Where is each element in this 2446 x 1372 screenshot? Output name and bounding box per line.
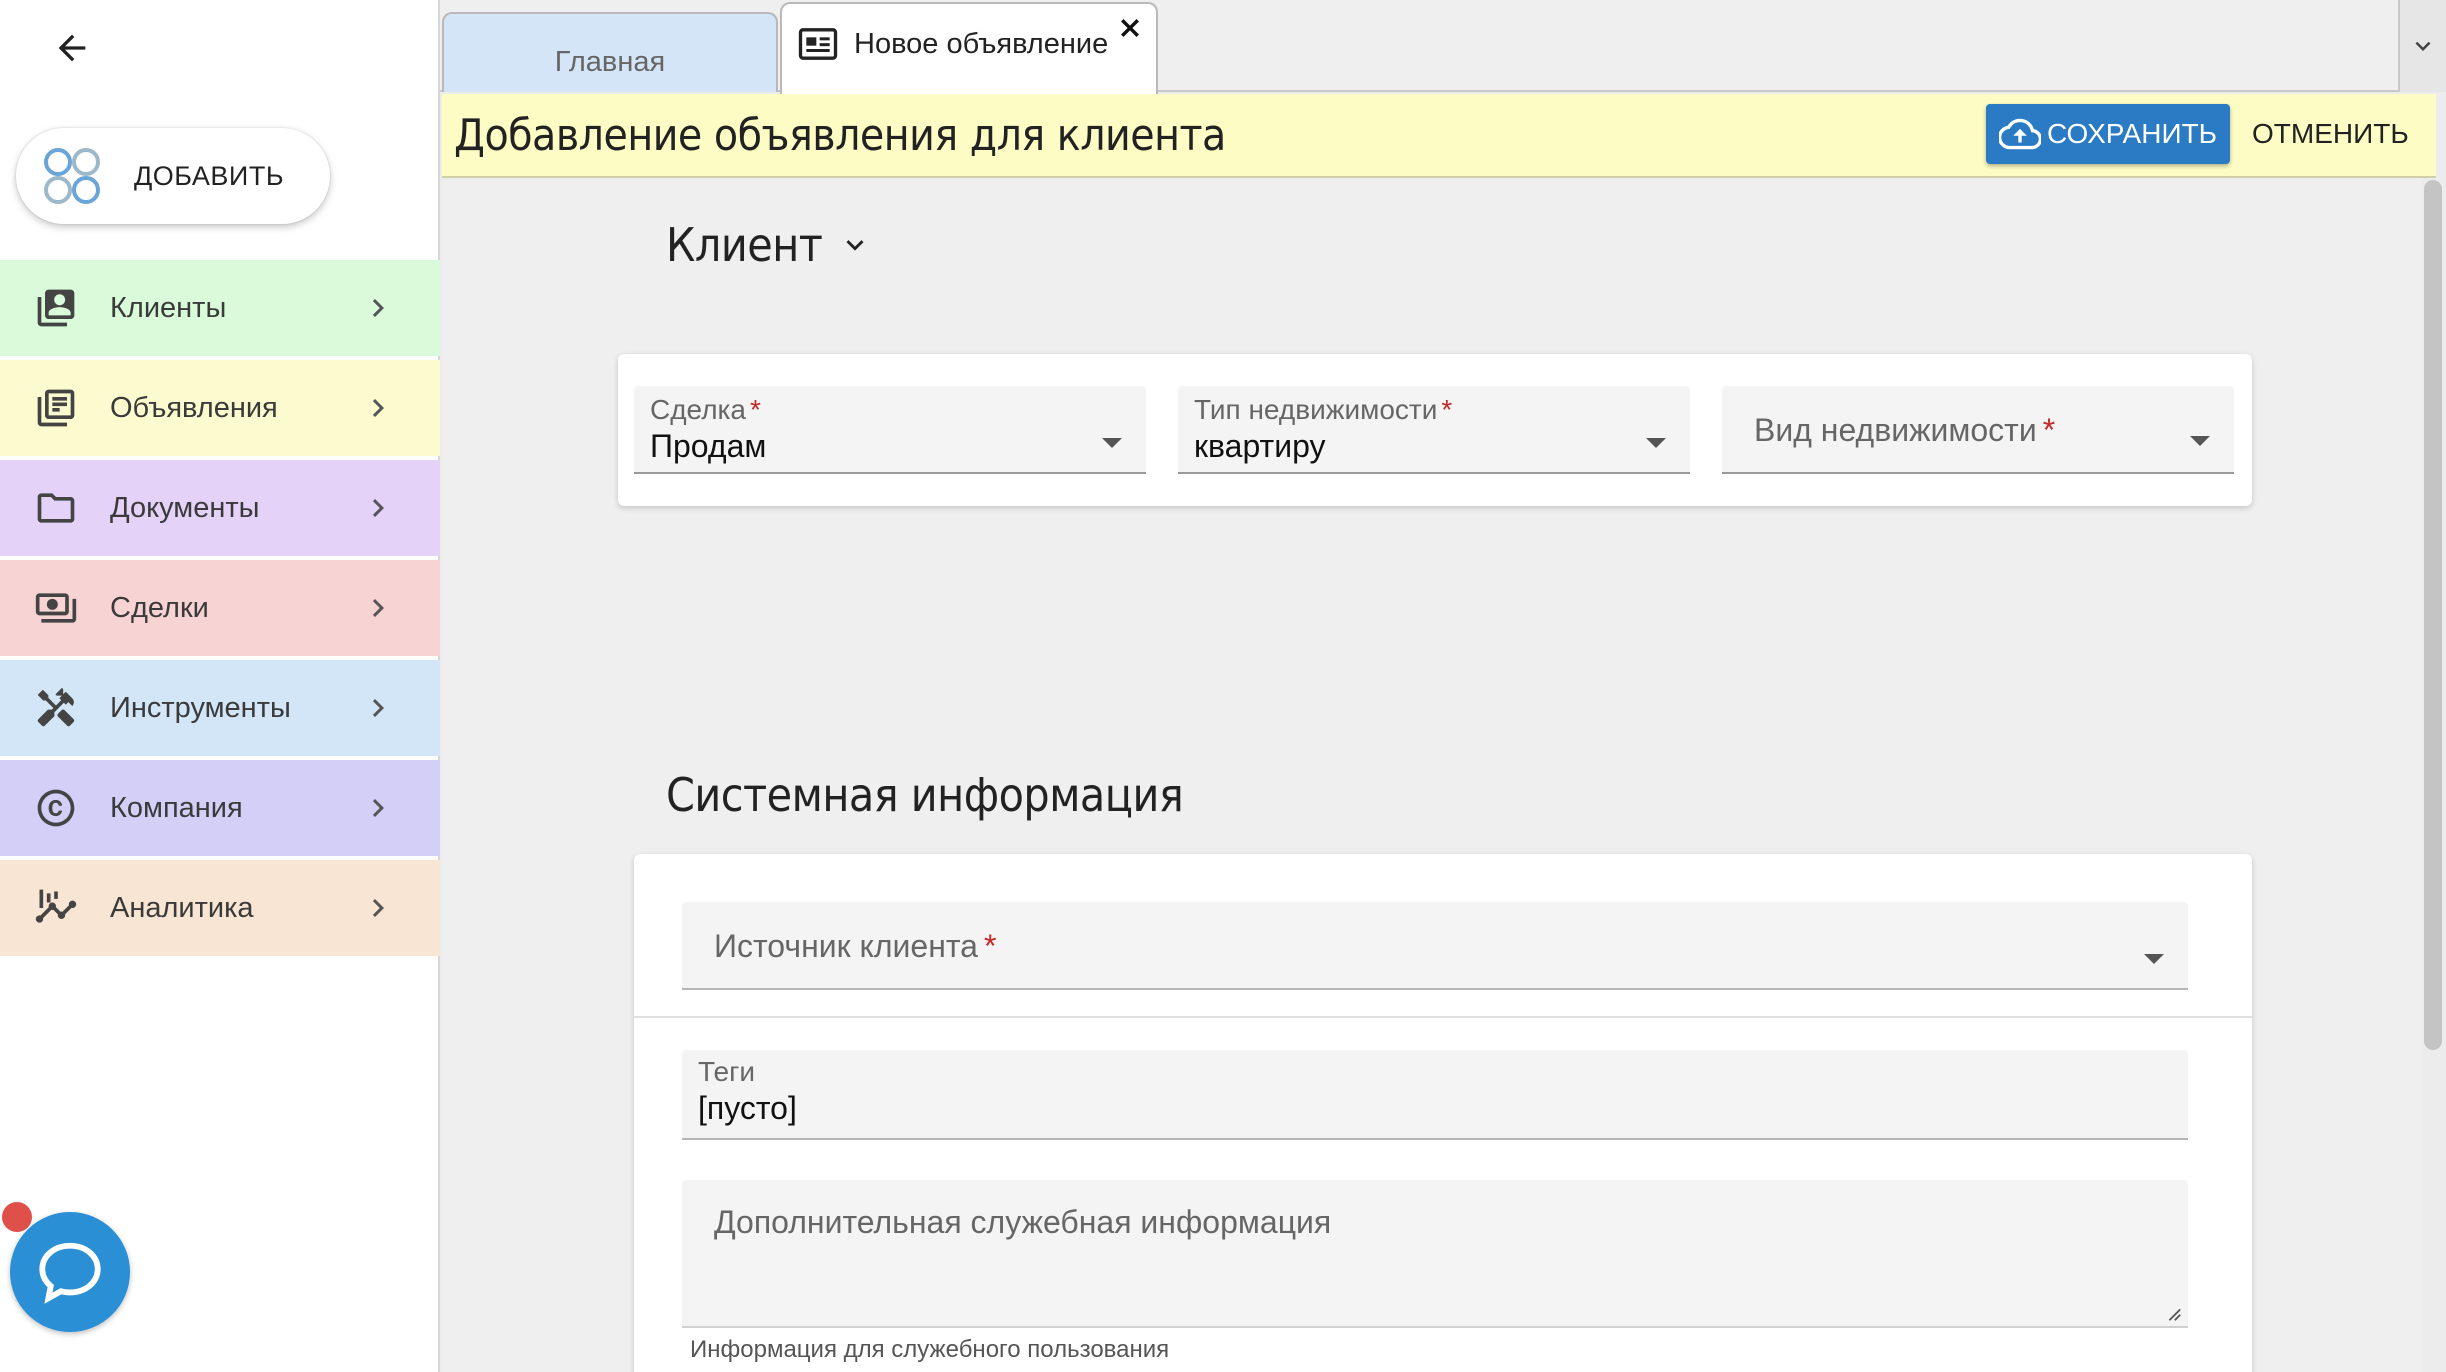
property-kind-label: Вид недвижимости * <box>1754 412 2056 448</box>
client-section-toggle[interactable]: Клиент <box>666 218 872 272</box>
sidebar-item-label: Документы <box>110 491 260 524</box>
sidebar-item-label: Аналитика <box>110 891 254 924</box>
sidebar-item-label: Сделки <box>110 591 209 624</box>
extra-info-placeholder: Дополнительная служебная информация <box>714 1204 1332 1240</box>
notification-dot <box>2 1202 32 1232</box>
client-section-title: Клиент <box>666 218 823 272</box>
sidebar-item-company[interactable]: Компания <box>0 760 440 856</box>
property-type-select[interactable]: Тип недвижимости * квартиру <box>1178 386 1690 474</box>
deal-card: Сделка * Продам Тип недвижимости * квартир… <box>618 354 2252 506</box>
divider <box>634 1016 2252 1018</box>
add-button-label: ДОБАВИТЬ <box>134 160 285 191</box>
dropdown-arrow-icon <box>1102 438 1122 448</box>
analytics-icon <box>32 884 80 932</box>
money-icon <box>32 584 80 632</box>
system-card: Источник клиента * Теги [пусто] Дополните… <box>634 854 2252 1372</box>
tab-new-listing-label: Новое объявление <box>854 27 1109 60</box>
tags-value: [пусто] <box>698 1090 797 1126</box>
sidebar-item-label: Объявления <box>110 391 278 424</box>
logo-icon <box>44 148 100 204</box>
sidebar-item-clients[interactable]: Клиенты <box>0 260 440 356</box>
arrow-left-icon <box>58 34 86 62</box>
sidebar-item-listings[interactable]: Объявления <box>0 360 440 456</box>
save-button-label: СОХРАНИТЬ <box>2046 118 2218 149</box>
sidebar-nav: Клиенты Объявления Документы Сделки Инст… <box>0 260 440 960</box>
chevron-right-icon <box>372 299 384 317</box>
add-button[interactable]: ДОБАВИТЬ <box>16 128 330 224</box>
tab-home[interactable]: Главная <box>442 12 778 92</box>
chevron-down-icon <box>2415 41 2431 51</box>
dropdown-arrow-icon <box>2190 436 2210 446</box>
chevron-right-icon <box>372 899 384 917</box>
client-source-label: Источник клиента * <box>714 928 997 964</box>
dropdown-arrow-icon <box>1646 438 1666 448</box>
extra-info-textarea[interactable]: Дополнительная служебная информация <box>682 1180 2188 1328</box>
listing-icon <box>32 384 80 432</box>
folder-icon <box>32 484 80 532</box>
tab-home-label: Главная <box>554 45 666 78</box>
chevron-right-icon <box>372 499 384 517</box>
tools-icon <box>32 684 80 732</box>
resize-handle-icon[interactable] <box>2164 1304 2182 1322</box>
chevron-right-icon <box>372 599 384 617</box>
tab-bar: Главная Новое объявление <box>440 0 2446 94</box>
deal-select-value: Продам <box>650 428 767 464</box>
chat-button[interactable] <box>10 1212 130 1332</box>
extra-info-hint: Информация для служебного пользования <box>690 1336 1170 1363</box>
property-type-value: квартиру <box>1194 428 1326 464</box>
client-source-select[interactable]: Источник клиента * <box>682 902 2188 990</box>
back-button[interactable] <box>44 22 100 74</box>
scrollbar[interactable] <box>2424 180 2442 1050</box>
sidebar-item-label: Инструменты <box>110 691 291 724</box>
copyright-icon <box>32 784 80 832</box>
sidebar-item-tools[interactable]: Инструменты <box>0 660 440 756</box>
chevron-right-icon <box>372 799 384 817</box>
sidebar: ДОБАВИТЬ Клиенты Объявления Документы Сд… <box>0 0 440 1372</box>
sidebar-item-deals[interactable]: Сделки <box>0 560 440 656</box>
property-kind-select[interactable]: Вид недвижимости * <box>1722 386 2234 474</box>
save-button[interactable]: СОХРАНИТЬ <box>1986 104 2230 164</box>
sidebar-item-documents[interactable]: Документы <box>0 460 440 556</box>
deal-select-label: Сделка * <box>650 394 761 425</box>
tags-field[interactable]: Теги [пусто] <box>682 1050 2188 1140</box>
tab-new-listing[interactable]: Новое объявление <box>780 2 1158 94</box>
chevron-down-icon <box>846 240 864 251</box>
sidebar-item-label: Компания <box>110 791 243 824</box>
chevron-right-icon <box>372 699 384 717</box>
tabs-dropdown-button[interactable] <box>2398 0 2446 92</box>
dropdown-arrow-icon <box>2144 954 2164 964</box>
sidebar-item-label: Клиенты <box>110 291 227 324</box>
close-icon[interactable] <box>1116 14 1144 42</box>
cancel-button[interactable]: ОТМЕНИТЬ <box>2252 112 2409 156</box>
tags-label: Теги <box>698 1056 755 1087</box>
page-header: Добавление объявления для клиента СОХРАН… <box>442 94 2436 178</box>
listing-icon <box>798 28 838 60</box>
cloud-upload-icon <box>1998 118 2041 150</box>
chat-bubble-icon <box>39 1242 101 1304</box>
property-type-label: Тип недвижимости * <box>1194 394 1453 425</box>
deal-select[interactable]: Сделка * Продам <box>634 386 1146 474</box>
system-section-title: Системная информация <box>666 768 1184 822</box>
contacts-icon <box>32 284 80 332</box>
main-content: Клиент Сделка * Продам Тип недвижимости * … <box>442 180 2422 1372</box>
chevron-right-icon <box>372 399 384 417</box>
sidebar-item-analytics[interactable]: Аналитика <box>0 860 440 956</box>
page-title: Добавление объявления для клиента <box>454 110 1226 161</box>
